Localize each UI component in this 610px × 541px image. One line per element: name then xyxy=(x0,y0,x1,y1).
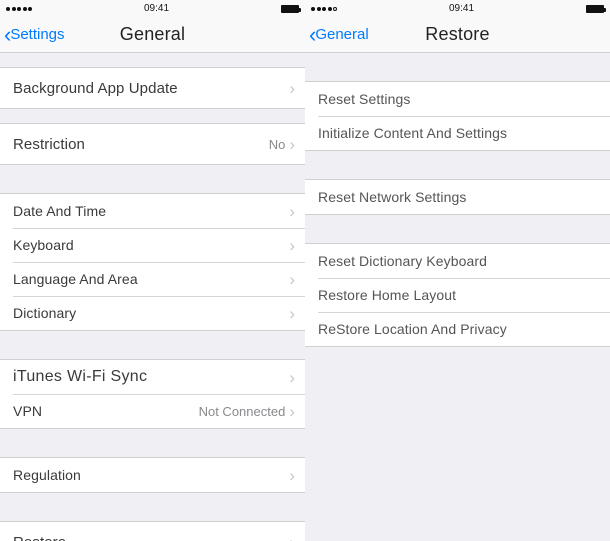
row-label: Regulation xyxy=(13,467,289,483)
back-label: General xyxy=(315,26,368,43)
chevron-right-icon: › xyxy=(289,80,295,97)
chevron-right-icon: › xyxy=(289,237,295,254)
row-label: Language And Area xyxy=(13,271,289,287)
chevron-right-icon: › xyxy=(289,136,295,153)
battery-icon xyxy=(586,5,604,13)
signal-dots-icon xyxy=(311,7,337,11)
row-initialize-content[interactable]: Initialize Content And Settings xyxy=(305,116,610,150)
row-regulation[interactable]: Regulation › xyxy=(0,458,305,492)
row-vpn[interactable]: VPN Not Connected › xyxy=(0,394,305,428)
nav-bar: ‹ General Restore xyxy=(305,17,610,53)
row-date-time[interactable]: Date And Time › xyxy=(0,194,305,228)
row-language-area[interactable]: Language And Area › xyxy=(0,262,305,296)
row-label: Background App Update xyxy=(13,80,289,97)
chevron-right-icon: › xyxy=(289,203,295,220)
row-label: VPN xyxy=(13,403,199,419)
right-phone: 09:41 ‹ General Restore Reset Settings I… xyxy=(305,0,610,541)
chevron-right-icon: › xyxy=(289,403,295,420)
row-reset-settings[interactable]: Reset Settings xyxy=(305,82,610,116)
row-background-app-update[interactable]: Background App Update › xyxy=(0,68,305,108)
chevron-right-icon: › xyxy=(289,467,295,484)
row-label: Restriction xyxy=(13,136,269,153)
row-label: Date And Time xyxy=(13,203,289,219)
status-time: 09:41 xyxy=(449,3,474,14)
row-label: Reset Settings xyxy=(318,91,600,107)
back-button[interactable]: ‹ Settings xyxy=(0,24,65,46)
row-label: Reset Dictionary Keyboard xyxy=(318,253,600,269)
chevron-right-icon: › xyxy=(289,271,295,288)
row-label: Keyboard xyxy=(13,237,289,253)
row-keyboard[interactable]: Keyboard › xyxy=(0,228,305,262)
status-time: 09:41 xyxy=(144,3,169,14)
signal-dots-icon xyxy=(6,7,32,11)
chevron-right-icon: › xyxy=(289,369,295,386)
row-label: ReStore Location And Privacy xyxy=(318,321,600,337)
left-phone: 09:41 ‹ Settings General Background App … xyxy=(0,0,305,541)
back-button[interactable]: ‹ General xyxy=(305,24,369,46)
row-label: iTunes Wi-Fi Sync xyxy=(13,368,289,386)
row-label: Restore Home Layout xyxy=(318,287,600,303)
restore-list: Reset Settings Initialize Content And Se… xyxy=(305,53,610,541)
row-reset-dictionary-keyboard[interactable]: Reset Dictionary Keyboard xyxy=(305,244,610,278)
battery-icon xyxy=(281,5,299,13)
status-bar: 09:41 xyxy=(305,0,610,17)
row-label: Reset Network Settings xyxy=(318,189,600,205)
row-label: Restore xyxy=(13,534,289,541)
row-reset-network[interactable]: Reset Network Settings xyxy=(305,180,610,214)
row-restore-location-privacy[interactable]: ReStore Location And Privacy xyxy=(305,312,610,346)
row-label: Initialize Content And Settings xyxy=(318,125,600,141)
chevron-right-icon: › xyxy=(289,305,295,322)
row-itunes-wifi-sync[interactable]: iTunes Wi-Fi Sync › xyxy=(0,360,305,394)
row-restriction[interactable]: Restriction No › xyxy=(0,124,305,164)
chevron-right-icon: › xyxy=(289,534,295,541)
row-restore[interactable]: Restore › xyxy=(0,522,305,541)
settings-list: Background App Update › Restriction No ›… xyxy=(0,53,305,541)
status-bar: 09:41 xyxy=(0,0,305,17)
row-label: Dictionary xyxy=(13,305,289,321)
nav-bar: ‹ Settings General xyxy=(0,17,305,53)
row-restore-home-layout[interactable]: Restore Home Layout xyxy=(305,278,610,312)
back-label: Settings xyxy=(10,26,64,43)
row-dictionary[interactable]: Dictionary › xyxy=(0,296,305,330)
row-value: No xyxy=(269,137,286,152)
row-value: Not Connected xyxy=(199,404,286,419)
